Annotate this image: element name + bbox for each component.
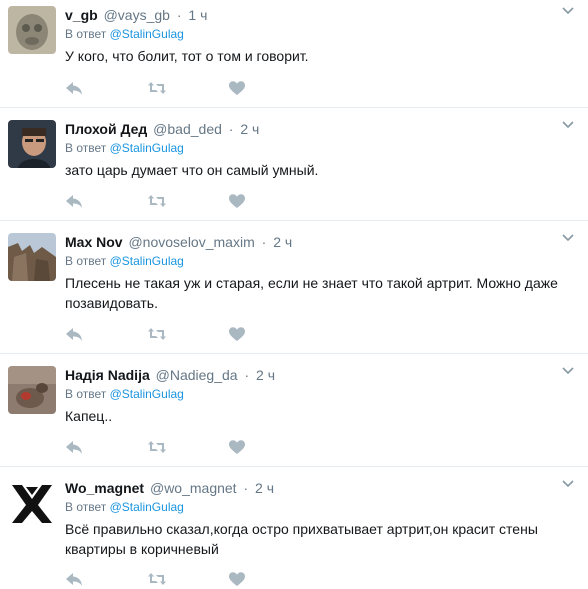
tweet[interactable]: v_gb @vays_gb · 1 ч В ответ @StalinGulag… [0, 0, 588, 108]
reply-mention-link[interactable]: @StalinGulag [110, 27, 184, 41]
tweet-header: Max Nov @novoselov_maxim · 2 ч [65, 234, 293, 250]
chevron-down-icon[interactable] [562, 233, 574, 243]
heart-icon[interactable] [227, 569, 247, 589]
tweet-header: Надія Nadija @Nadieg_da · 2 ч [65, 367, 276, 383]
reply-mention-link[interactable]: @StalinGulag [110, 141, 184, 155]
heart-icon[interactable] [227, 324, 247, 344]
tweet-timestamp[interactable]: 2 ч [273, 234, 292, 250]
tweet[interactable]: Wo_magnet @wo_magnet · 2 ч В ответ @Stal… [0, 467, 588, 589]
reply-mention-link[interactable]: @StalinGulag [110, 387, 184, 401]
tweet-text-line: позавидовать. [65, 295, 158, 311]
chevron-down-icon[interactable] [562, 366, 574, 376]
tweet-timestamp[interactable]: 2 ч [240, 121, 259, 137]
avatar[interactable] [8, 6, 56, 54]
avatar[interactable] [8, 366, 56, 414]
retweet-icon[interactable] [147, 324, 167, 344]
tweet-timestamp[interactable]: 2 ч [256, 367, 275, 383]
tweet-text-line: Плесень не такая уж и старая, если не зн… [65, 275, 558, 291]
reply-context: В ответ @StalinGulag [65, 387, 184, 401]
user-handle[interactable]: @bad_ded [153, 121, 222, 137]
user-fullname[interactable]: Надія Nadija [65, 367, 150, 383]
heart-icon[interactable] [227, 191, 247, 211]
heart-icon[interactable] [227, 437, 247, 457]
tweet-text-line: Всё правильно сказал,когда остро прихват… [65, 521, 538, 537]
retweet-icon[interactable] [147, 437, 167, 457]
reply-mention-link[interactable]: @StalinGulag [110, 500, 184, 514]
user-fullname[interactable]: v_gb [65, 7, 98, 23]
tweet-timestamp[interactable]: 1 ч [188, 7, 207, 23]
tweet[interactable]: Плохой Дед @bad_ded · 2 ч В ответ @Stali… [0, 108, 588, 221]
tweet[interactable]: Надія Nadija @Nadieg_da · 2 ч В ответ @S… [0, 354, 588, 467]
reply-context: В ответ @StalinGulag [65, 27, 184, 41]
tweet-timestamp[interactable]: 2 ч [255, 480, 274, 496]
tweet-header: v_gb @vays_gb · 1 ч [65, 7, 208, 23]
tweet-header: Wo_magnet @wo_magnet · 2 ч [65, 480, 275, 496]
heart-icon[interactable] [227, 78, 247, 98]
reply-context: В ответ @StalinGulag [65, 500, 184, 514]
reply-icon[interactable] [64, 78, 84, 98]
tweet-text: Всё правильно сказал,когда остро прихват… [65, 519, 568, 559]
tweet[interactable]: Max Nov @novoselov_maxim · 2 ч В ответ @… [0, 221, 588, 354]
user-fullname[interactable]: Плохой Дед [65, 121, 147, 137]
tweet-header: Плохой Дед @bad_ded · 2 ч [65, 121, 260, 137]
reply-icon[interactable] [64, 324, 84, 344]
tweet-text: Капец.. [65, 408, 113, 424]
user-handle[interactable]: @Nadieg_da [156, 367, 238, 383]
reply-context: В ответ @StalinGulag [65, 141, 184, 155]
avatar[interactable] [8, 233, 56, 281]
retweet-icon[interactable] [147, 569, 167, 589]
avatar[interactable] [8, 120, 56, 168]
user-handle[interactable]: @novoselov_maxim [128, 234, 254, 250]
reply-icon[interactable] [64, 437, 84, 457]
user-handle[interactable]: @vays_gb [104, 7, 170, 23]
retweet-icon[interactable] [147, 78, 167, 98]
chevron-down-icon[interactable] [562, 6, 574, 16]
chevron-down-icon[interactable] [562, 479, 574, 489]
user-fullname[interactable]: Max Nov [65, 234, 123, 250]
reply-context: В ответ @StalinGulag [65, 254, 184, 268]
tweet-text: зато царь думает что он самый умный. [65, 162, 319, 178]
tweet-text-line: квартиры в коричневый [65, 541, 219, 557]
reply-icon[interactable] [64, 191, 84, 211]
tweet-text: У кого, что болит, тот о том и говорит. [65, 48, 309, 64]
user-fullname[interactable]: Wo_magnet [65, 480, 144, 496]
retweet-icon[interactable] [147, 191, 167, 211]
tweet-text: Плесень не такая уж и старая, если не зн… [65, 273, 568, 313]
avatar[interactable] [8, 479, 56, 527]
reply-mention-link[interactable]: @StalinGulag [110, 254, 184, 268]
chevron-down-icon[interactable] [562, 120, 574, 130]
reply-icon[interactable] [64, 569, 84, 589]
user-handle[interactable]: @wo_magnet [150, 480, 237, 496]
